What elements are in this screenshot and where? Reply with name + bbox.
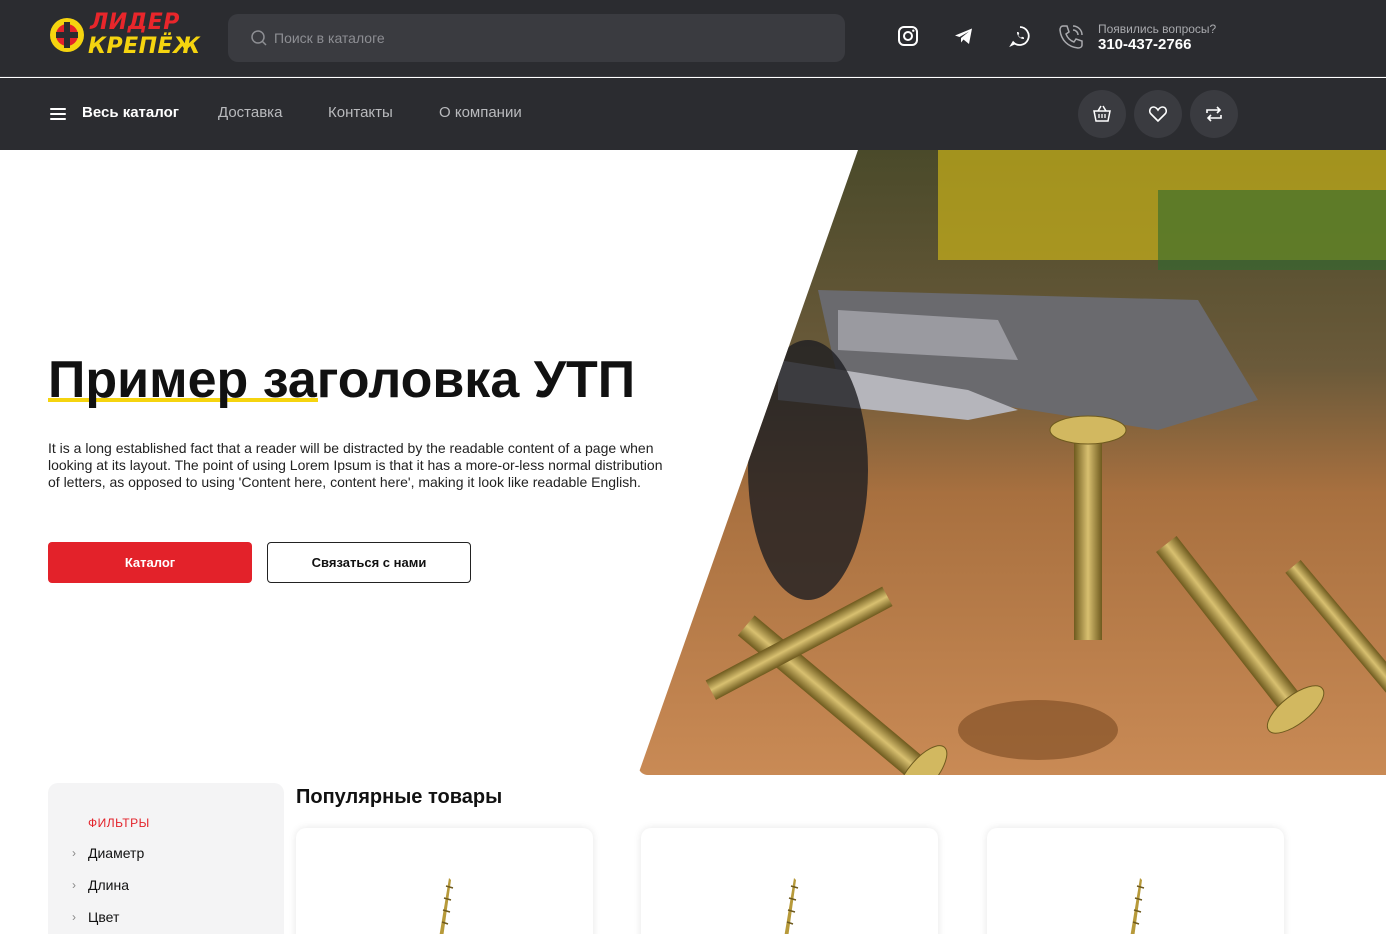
nav-link-contacts[interactable]: Контакты	[328, 104, 393, 121]
logo-mark-icon	[50, 18, 84, 52]
search-bar	[228, 14, 845, 62]
search-input[interactable]	[274, 14, 814, 62]
compare-button[interactable]	[1190, 90, 1238, 138]
contact-question: Появились вопросы?	[1098, 22, 1217, 36]
filters-title: ФИЛЬТРЫ	[88, 816, 150, 830]
chevron-right-icon: ›	[72, 878, 76, 892]
top-bar: ЛИДЕР КРЕПЁЖ Появились вопросы? 310-437-…	[0, 0, 1386, 77]
filter-label: Диаметр	[88, 845, 145, 861]
compare-icon	[1206, 106, 1222, 122]
popular-products-title: Популярные товары	[296, 786, 503, 808]
filter-length[interactable]: › Длина	[72, 877, 129, 893]
hero-image	[638, 150, 1386, 775]
product-image	[1130, 878, 1145, 934]
hero-description: It is a long established fact that a rea…	[48, 440, 663, 490]
search-icon	[251, 30, 267, 46]
telegram-icon[interactable]	[952, 24, 976, 48]
basket-icon	[1093, 105, 1111, 122]
contact-us-button[interactable]: Связаться с нами	[267, 542, 471, 583]
filter-diameter[interactable]: › Диаметр	[72, 845, 144, 861]
product-card[interactable]	[987, 828, 1284, 934]
contact-phone[interactable]: 310-437-2766	[1098, 36, 1191, 53]
menu-icon[interactable]	[50, 108, 66, 120]
nav-link-delivery[interactable]: Доставка	[218, 104, 282, 121]
catalog-button[interactable]: Каталог	[48, 542, 252, 583]
whatsapp-icon[interactable]	[1008, 24, 1032, 48]
logo-text-bottom: КРЕПЁЖ	[88, 34, 201, 59]
phone-icon	[1059, 25, 1083, 49]
site-logo[interactable]: ЛИДЕР КРЕПЁЖ	[48, 10, 200, 62]
main-nav: Весь каталог Доставка Контакты О компани…	[0, 78, 1386, 150]
heart-icon	[1148, 106, 1168, 123]
basket-button[interactable]	[1078, 90, 1126, 138]
product-image	[439, 878, 454, 934]
filter-label: Длина	[88, 877, 129, 893]
product-card[interactable]	[296, 828, 593, 934]
screws-photo	[638, 150, 1386, 775]
filters-panel: ФИЛЬТРЫ › Диаметр › Длина › Цвет	[48, 783, 284, 934]
chevron-right-icon: ›	[72, 910, 76, 924]
filter-color[interactable]: › Цвет	[72, 909, 119, 925]
filter-label: Цвет	[88, 909, 120, 925]
favorites-button[interactable]	[1134, 90, 1182, 138]
nav-link-about[interactable]: О компании	[439, 104, 522, 121]
product-card[interactable]	[641, 828, 938, 934]
chevron-right-icon: ›	[72, 846, 76, 860]
hero-title: Пример заголовка УТП	[48, 351, 636, 409]
nav-catalog-link[interactable]: Весь каталог	[82, 104, 179, 121]
instagram-icon[interactable]	[896, 24, 920, 48]
logo-text-top: ЛИДЕР	[90, 10, 180, 35]
product-image	[784, 878, 799, 934]
